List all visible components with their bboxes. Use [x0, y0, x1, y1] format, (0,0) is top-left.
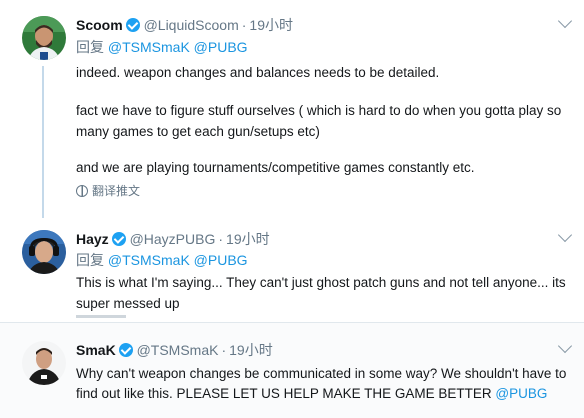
translate-label[interactable]: 翻译推文 — [92, 184, 140, 198]
tweet-text-line: many games to get each gun/setups etc) — [76, 124, 320, 139]
reply-context: 回复 @TSMSmaK @PUBG — [76, 38, 248, 56]
verified-icon — [118, 343, 133, 357]
reply-prefix: 回复 — [76, 39, 104, 55]
display-name[interactable]: SmaK — [76, 342, 116, 358]
timestamp[interactable]: 19小时 — [249, 17, 293, 33]
avatar-hayz[interactable] — [22, 230, 66, 274]
separator: · — [241, 17, 247, 33]
tweet-text-line: This is what I'm saying... They can't ju… — [76, 275, 566, 290]
mention-link[interactable]: @PUBG — [495, 386, 547, 401]
avatar-smak[interactable] — [22, 341, 66, 385]
tweet-text-line: indeed. weapon changes and balances need… — [76, 65, 440, 80]
verified-icon — [111, 232, 126, 246]
handle[interactable]: @HayzPUBG — [130, 231, 216, 247]
handle[interactable]: @LiquidScoom — [144, 17, 239, 33]
display-name[interactable]: Hayz — [76, 231, 109, 247]
tweet-scoom[interactable]: Scoom @LiquidScoom · 19小时 回复 @TSMSmaK @PUB… — [0, 0, 584, 218]
chevron-down-icon[interactable] — [557, 227, 573, 243]
timestamp[interactable]: 19小时 — [229, 342, 273, 358]
tweet-header: Scoom @LiquidScoom · 19小时 — [76, 16, 293, 34]
tweet-header: Hayz @HayzPUBG · 19小时 — [76, 230, 270, 248]
chevron-down-icon[interactable] — [557, 338, 573, 354]
reply-mentions[interactable]: @TSMSmaK @PUBG — [108, 252, 248, 268]
timestamp[interactable]: 19小时 — [226, 231, 270, 247]
tweet-header: SmaK @TSMSmaK · 19小时 — [76, 341, 273, 359]
tweet-text-line: Why can't weapon changes be communicated… — [76, 366, 567, 381]
translate-link[interactable]: 翻译推文 — [76, 183, 140, 199]
cut-off-content — [76, 315, 126, 318]
thread-line — [42, 66, 44, 218]
display-name[interactable]: Scoom — [76, 17, 123, 33]
verified-icon — [125, 18, 140, 32]
chevron-down-icon[interactable] — [557, 13, 573, 29]
handle[interactable]: @TSMSmaK — [137, 342, 219, 358]
tweet-text-line: and we are playing tournaments/competiti… — [76, 160, 475, 175]
tweet-text-line: super messed up — [76, 296, 180, 311]
tweet-text-line: find out like this. PLEASE LET US HELP M… — [76, 383, 547, 405]
tweet-smak[interactable]: SmaK @TSMSmaK · 19小时 Why can't weapon chan… — [0, 322, 584, 418]
separator: · — [221, 342, 227, 358]
reply-mentions[interactable]: @TSMSmaK @PUBG — [108, 39, 248, 55]
avatar-scoom[interactable] — [22, 16, 66, 60]
reply-prefix: 回复 — [76, 252, 104, 268]
tweet-text-line: fact we have to figure stuff ourselves (… — [76, 103, 562, 118]
tweet-hayz[interactable]: Hayz @HayzPUBG · 19小时 回复 @TSMSmaK @PUBG Th… — [0, 218, 584, 322]
tweet-text: find out like this. PLEASE LET US HELP M… — [76, 386, 492, 401]
separator: · — [218, 231, 224, 247]
globe-icon — [76, 185, 88, 197]
reply-context: 回复 @TSMSmaK @PUBG — [76, 251, 248, 269]
